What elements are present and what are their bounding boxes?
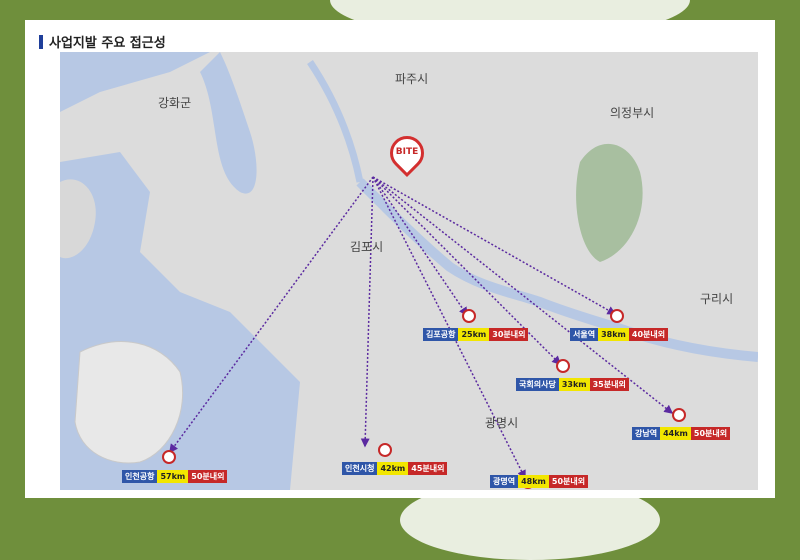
destination-badge-gwangmyeong-station: 광명역 48km 50분내외 <box>490 475 589 488</box>
destination-name: 인천시청 <box>342 462 378 475</box>
destination-name: 강남역 <box>632 427 661 440</box>
destination-time: 50분내외 <box>188 470 228 483</box>
place-label: 의정부시 <box>610 106 655 120</box>
destination-distance: 25km <box>458 328 490 341</box>
destination-name: 김포공항 <box>423 328 459 341</box>
destination-time: 40분내외 <box>628 328 669 341</box>
destination-time: 35분내외 <box>589 378 629 391</box>
destination-badge-gimpo-airport: 김포공항 25km 30분내외 <box>423 328 529 341</box>
place-label: 구리시 <box>700 292 734 306</box>
destination-distance: 48km <box>518 475 549 488</box>
destination-name: 서울역 <box>570 328 599 341</box>
destination-distance: 57km <box>157 470 189 483</box>
title-marker <box>39 34 43 49</box>
destination-distance: 42km <box>377 462 409 475</box>
content-panel: 사업지발 주요 접근성 파주시 의정부시 강화군 김포시 구리시 광명시 BIT… <box>25 20 775 498</box>
destination-marker-icon[interactable] <box>378 443 392 457</box>
section-title: 사업지발 주요 접근성 <box>49 36 166 51</box>
destination-name: 인천공항 <box>122 470 158 483</box>
section-header: 사업지발 주요 접근성 <box>39 32 166 51</box>
place-label: 광명시 <box>485 416 519 430</box>
destination-time: 50분내외 <box>548 475 589 488</box>
destination-time: 50분내외 <box>690 427 731 440</box>
place-label: 강화군 <box>158 96 192 110</box>
destination-distance: 33km <box>558 378 590 391</box>
origin-label: BITE <box>395 147 419 157</box>
destination-marker-icon[interactable] <box>556 359 570 373</box>
destination-distance: 44km <box>660 427 691 440</box>
destination-badge-incheon-city-hall: 인천시청 42km 45분내외 <box>342 462 448 475</box>
destination-time: 45분내외 <box>408 462 448 475</box>
destination-marker-icon[interactable] <box>462 309 476 323</box>
destination-badge-seoul-station: 서울역 38km 40분내외 <box>570 328 669 341</box>
destination-marker-icon[interactable] <box>610 309 624 323</box>
destination-name: 국회의사당 <box>516 378 559 391</box>
accessibility-map[interactable]: 파주시 의정부시 강화군 김포시 구리시 광명시 BITE 김포공항 25km … <box>60 52 758 490</box>
destination-name: 광명역 <box>490 475 519 488</box>
destination-distance: 38km <box>598 328 629 341</box>
destination-marker-icon[interactable] <box>162 450 176 464</box>
place-label: 김포시 <box>350 240 384 254</box>
destination-marker-icon[interactable] <box>672 408 686 422</box>
destination-time: 30분내외 <box>489 328 529 341</box>
place-label: 파주시 <box>395 72 429 86</box>
destination-badge-national-assembly: 국회의사당 33km 35분내외 <box>516 378 629 391</box>
destination-badge-incheon-airport: 인천공항 57km 50분내외 <box>122 470 228 483</box>
destination-badge-gangnam-station: 강남역 44km 50분내외 <box>632 427 731 440</box>
